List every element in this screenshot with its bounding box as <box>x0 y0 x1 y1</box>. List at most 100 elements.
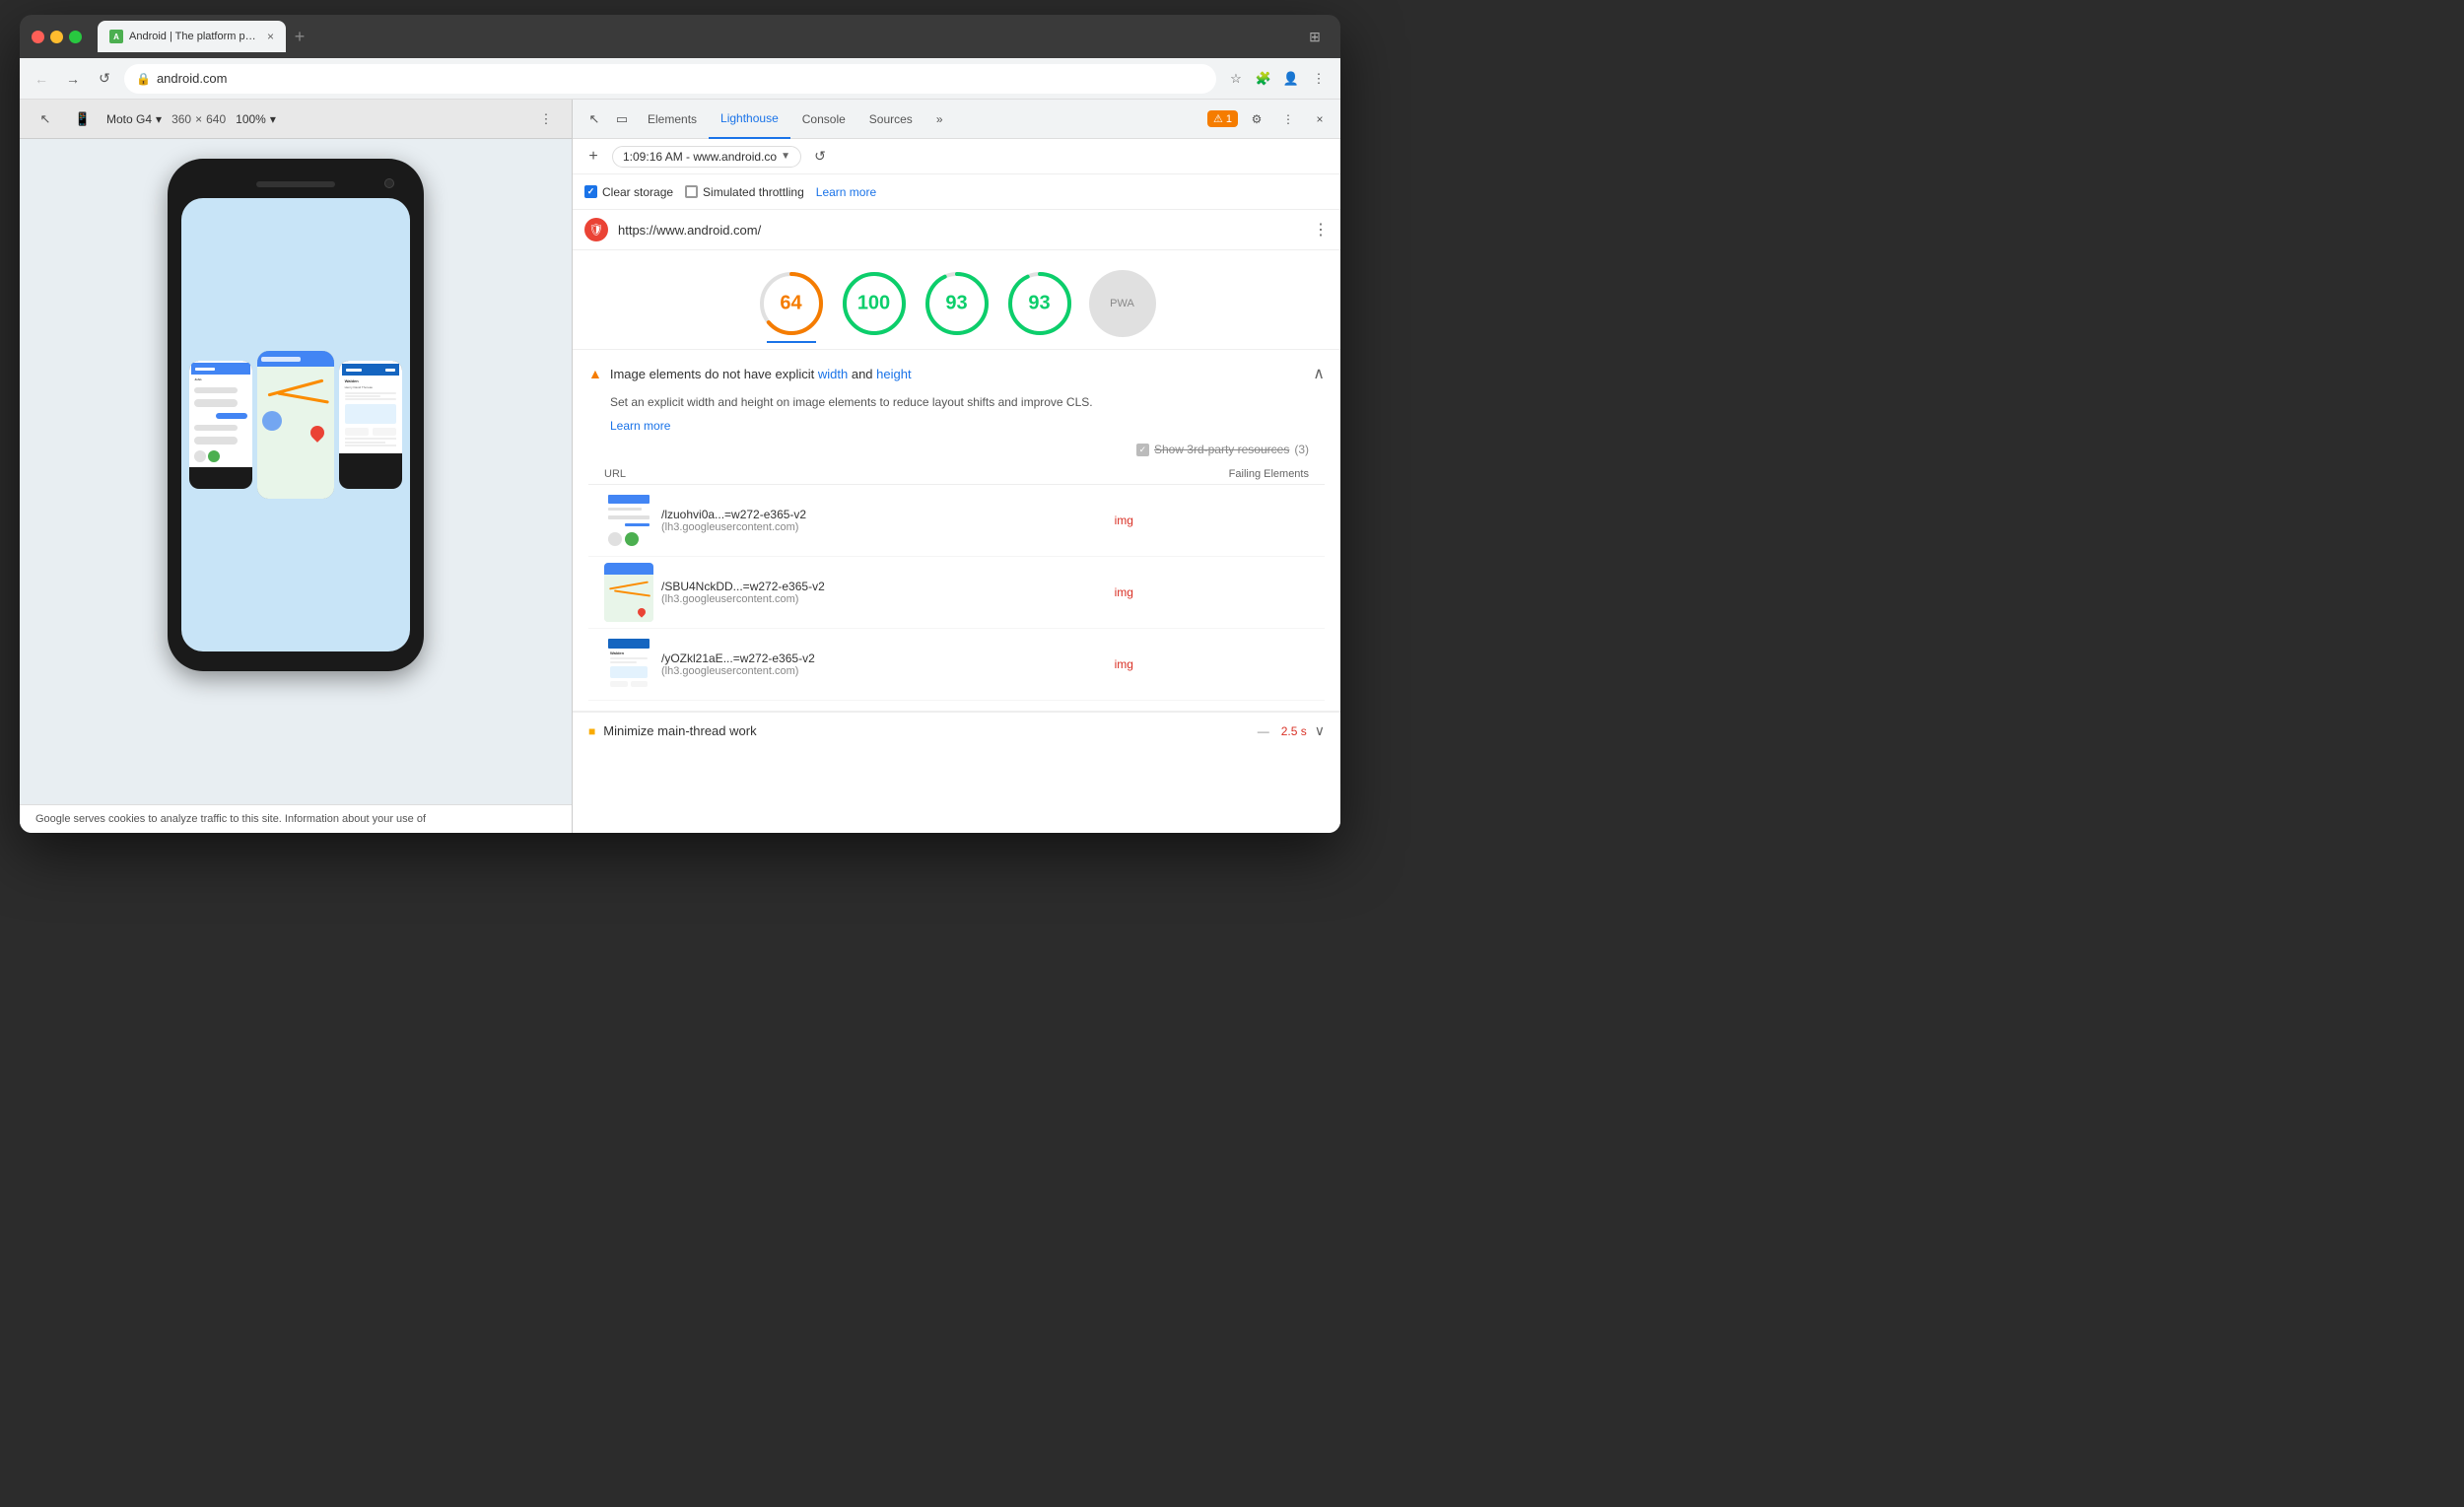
url-cell-3: Walden <box>588 629 1099 701</box>
audit-more-button[interactable]: ⋮ <box>1313 220 1329 240</box>
device-more-button[interactable]: ⋮ <box>532 105 560 133</box>
tab-favicon: A <box>109 30 123 43</box>
devtools-close-button[interactable]: × <box>1307 106 1333 132</box>
url-path-2: /SBU4NckDD...=w272-e365-v2 <box>661 580 825 593</box>
viewport-content: John <box>20 139 572 804</box>
chat-screen: John <box>189 361 252 467</box>
device-toggle-icon[interactable]: 📱 <box>69 105 97 133</box>
device-selector[interactable]: Moto G4 ▾ <box>106 112 162 126</box>
browser-tab[interactable]: A Android | The platform pushing × <box>98 21 286 52</box>
thumbnail-1 <box>604 491 653 550</box>
map-screen <box>257 351 334 499</box>
table-row: /lzuohvi0a...=w272-e365-v2 (lh3.googleus… <box>588 485 1325 557</box>
scores-row: 64 100 <box>573 250 1340 350</box>
tab-lighthouse[interactable]: Lighthouse <box>709 100 790 139</box>
chat-bubble-3 <box>216 413 247 419</box>
traffic-lights <box>32 31 82 43</box>
tab-console[interactable]: Console <box>790 100 857 139</box>
minimize-section[interactable]: ■ Minimize main-thread work — 2.5 s ∨ <box>573 712 1340 749</box>
resource-table: URL Failing Elements <box>588 464 1325 701</box>
tab-sources[interactable]: Sources <box>857 100 924 139</box>
show-3rd-party-label: Show 3rd-party resources <box>1154 443 1289 456</box>
browser-viewport: ↖ 📱 Moto G4 ▾ 360 × 640 100% ▾ ⋮ <box>20 100 572 833</box>
url-cell-content-1: /lzuohvi0a...=w272-e365-v2 (lh3.googleus… <box>604 491 1083 550</box>
chat-bubble-2 <box>194 399 237 407</box>
phone-notch <box>256 181 335 187</box>
simulated-throttling-option[interactable]: Simulated throttling <box>685 185 804 199</box>
warning-learn-more-link[interactable]: Learn more <box>610 419 670 433</box>
url-domain-2: (lh3.googleusercontent.com) <box>661 593 825 605</box>
warning-header[interactable]: ▲ Image elements do not have explicit wi… <box>588 364 1325 383</box>
lighthouse-url-select[interactable]: 1:09:16 AM - www.android.co ▼ <box>612 146 801 168</box>
inspect-element-button[interactable]: ↖ <box>581 105 608 133</box>
tab-more[interactable]: » <box>924 100 955 139</box>
third-party-checkbox[interactable]: ✓ <box>1136 444 1149 456</box>
dimension-x: × <box>195 112 202 126</box>
book-screen: Walden Henry David Thoreau <box>339 361 402 453</box>
forward-button[interactable]: → <box>61 67 85 91</box>
url-domain-3: (lh3.googleusercontent.com) <box>661 665 815 677</box>
extensions-icon[interactable]: 🧩 <box>1252 67 1275 91</box>
collapse-button[interactable]: ∧ <box>1313 364 1325 383</box>
lighthouse-add-button[interactable]: + <box>582 146 604 168</box>
url-cell-content-2: /SBU4NckDD...=w272-e365-v2 (lh3.googleus… <box>604 563 1083 622</box>
devtools-panel: ↖ ▭ Elements Lighthouse Console Sources … <box>572 100 1340 833</box>
seo-score-container: 93 <box>1006 270 1073 337</box>
table-body: /lzuohvi0a...=w272-e365-v2 (lh3.googleus… <box>588 485 1325 701</box>
show-3rd-party-option[interactable]: ✓ Show 3rd-party resources (3) <box>1136 443 1309 456</box>
zoom-value: 100% <box>236 112 266 126</box>
device-height: 640 <box>206 112 226 126</box>
omnibox-right-actions: ☆ 🧩 👤 ⋮ <box>1224 67 1331 91</box>
learn-more-link[interactable]: Learn more <box>816 185 876 199</box>
failing-cell-2: img <box>1099 557 1325 629</box>
clear-storage-option[interactable]: ✓ Clear storage <box>584 185 673 199</box>
new-tab-button[interactable]: + <box>286 23 313 50</box>
warning-count: 1 <box>1226 113 1232 125</box>
dimension-display: 360 × 640 <box>171 112 226 126</box>
lighthouse-options-bar: ✓ Clear storage Simulated throttling Lea… <box>573 174 1340 210</box>
tab-close-button[interactable]: × <box>267 30 274 43</box>
phone-mockup: John <box>168 159 424 671</box>
col-url-header: URL <box>588 464 1099 485</box>
profile-icon[interactable]: 👤 <box>1279 67 1303 91</box>
clear-storage-checkbox[interactable]: ✓ <box>584 185 597 198</box>
phone-notch-bar <box>181 174 410 194</box>
warning-icon: ⚠ <box>1213 112 1223 125</box>
zoom-selector[interactable]: 100% ▾ <box>236 112 276 126</box>
seo-score-circle: 93 <box>1006 270 1073 337</box>
devtools-more-button[interactable]: ⋮ <box>1275 106 1301 132</box>
close-traffic-light[interactable] <box>32 31 44 43</box>
tab-elements[interactable]: Elements <box>636 100 709 139</box>
url-text-container-3: /yOZkl21aE...=w272-e365-v2 (lh3.googleus… <box>661 651 815 677</box>
lighthouse-url-arrow: ▼ <box>781 151 790 162</box>
phone-screen: John <box>181 198 410 651</box>
back-button[interactable]: ← <box>30 67 53 91</box>
fullscreen-traffic-light[interactable] <box>69 31 82 43</box>
minimize-icon: ■ <box>588 724 595 738</box>
minimize-value: 2.5 s <box>1281 724 1307 738</box>
address-bar[interactable]: 🔒 android.com <box>124 64 1216 94</box>
star-icon[interactable]: ☆ <box>1224 67 1248 91</box>
failing-element-1: img <box>1115 514 1133 527</box>
menu-icon[interactable]: ⋮ <box>1307 67 1331 91</box>
title-bar-actions: ⊞ <box>1301 23 1329 50</box>
minimize-title: Minimize main-thread work <box>603 723 1245 738</box>
audit-url-row: 🛡 https://www.android.com/ ⋮ <box>573 210 1340 250</box>
best-practices-score-circle: 93 <box>924 270 991 337</box>
lighthouse-subbar: + 1:09:16 AM - www.android.co ▼ ↺ <box>573 139 1340 174</box>
tab-area: A Android | The platform pushing × + <box>98 21 1293 52</box>
cookie-bar: Google serves cookies to analyze traffic… <box>20 804 572 833</box>
device-mode-button[interactable]: ▭ <box>608 105 636 133</box>
expand-button[interactable]: ∨ <box>1315 722 1325 739</box>
reload-button[interactable]: ↺ <box>93 67 116 91</box>
simulated-throttling-checkbox[interactable] <box>685 185 698 198</box>
cookie-text: Google serves cookies to analyze traffic… <box>35 813 426 825</box>
devtools-settings-button[interactable]: ⚙ <box>1244 106 1269 132</box>
warning-title: Image elements do not have explicit widt… <box>610 367 1305 381</box>
device-inspect-icon[interactable]: ↖ <box>32 105 59 133</box>
url-cell-2: /SBU4NckDD...=w272-e365-v2 (lh3.googleus… <box>588 557 1099 629</box>
book-app-preview: Walden Henry David Thoreau <box>339 361 402 489</box>
warning-triangle-icon: ▲ <box>588 366 602 381</box>
lighthouse-reload-button[interactable]: ↺ <box>809 146 831 168</box>
minimize-traffic-light[interactable] <box>50 31 63 43</box>
